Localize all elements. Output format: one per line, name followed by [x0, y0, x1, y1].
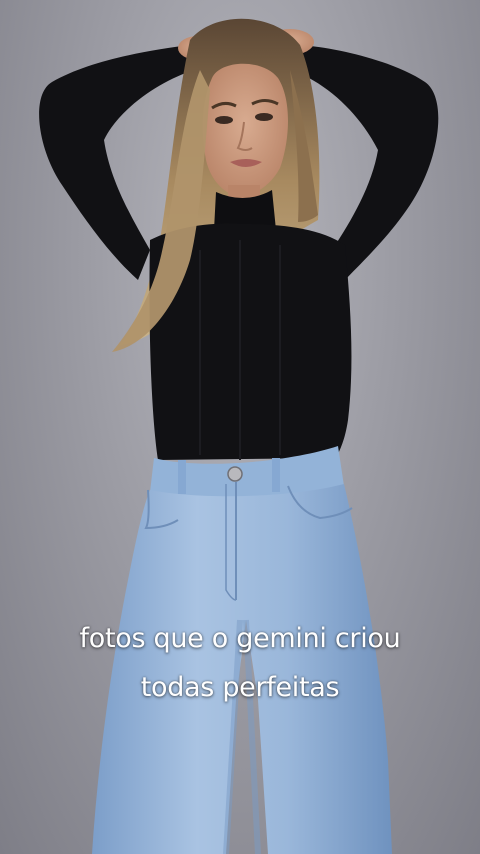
portrait-photo	[39, 18, 439, 854]
caption-line-2: todas perfeitas	[140, 672, 340, 703]
caption-line-1: fotos que o gemini criou	[79, 623, 401, 654]
video-frame: fotos que o gemini criou todas perfeitas	[0, 0, 480, 854]
jeans-button	[227, 466, 243, 482]
